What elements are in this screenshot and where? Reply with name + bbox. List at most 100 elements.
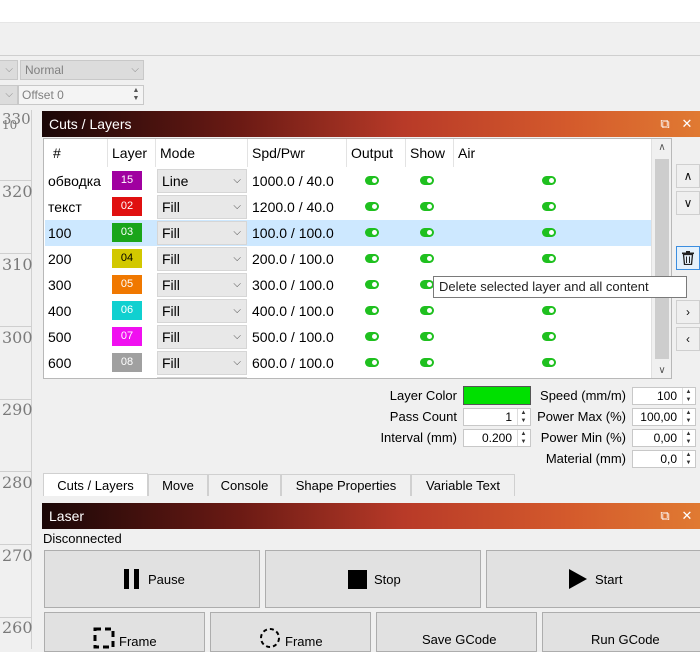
restore-icon[interactable]: ⧉ (656, 111, 674, 137)
column-header[interactable]: Show (406, 139, 454, 167)
power-max-label: Power Max (%) (537, 409, 626, 424)
column-header[interactable]: Spd/Pwr (248, 139, 347, 167)
stop-icon (348, 569, 367, 589)
air-toggle-icon[interactable] (542, 358, 556, 367)
speed-power: 500.0 / 100.0 (252, 329, 334, 345)
frame-button[interactable]: Frame (44, 612, 205, 652)
air-toggle-icon[interactable] (542, 254, 556, 263)
mode-select[interactable]: Line ⌵ (157, 169, 247, 193)
pass-count-input[interactable]: 1 ▲ ▼ (463, 408, 531, 426)
table-row[interactable]: 600 08 Fill ⌵ 600.0 / 100.0 (45, 350, 651, 376)
show-toggle-icon[interactable] (420, 254, 434, 263)
show-toggle-icon[interactable] (420, 332, 434, 341)
spin-arrows-icon[interactable]: ▲ ▼ (682, 409, 694, 425)
left-combo[interactable]: ⌵ (0, 60, 18, 80)
power-max-input[interactable]: 100,00 ▲ ▼ (632, 408, 696, 426)
offset-spinbox[interactable]: Offset 0 ▲ ▼ (18, 85, 144, 105)
table-row[interactable]: 500 07 Fill ⌵ 500.0 / 100.0 (45, 324, 651, 350)
show-toggle-icon[interactable] (420, 202, 434, 211)
stop-label: Stop (374, 571, 401, 587)
speed-input[interactable]: 100 ▲ ▼ (632, 387, 696, 405)
previous-button[interactable]: ‹ (676, 327, 700, 351)
restore-icon[interactable]: ⧉ (656, 503, 674, 529)
mode-select[interactable]: Fill ⌵ (157, 299, 247, 323)
air-toggle-icon[interactable] (542, 202, 556, 211)
spin-arrows-icon[interactable]: ▲ ▼ (517, 409, 529, 425)
show-toggle-icon[interactable] (420, 228, 434, 237)
output-toggle-icon[interactable] (365, 280, 379, 289)
spin-arrows-icon[interactable]: ▲ ▼ (517, 430, 529, 446)
run-gcode-button[interactable]: Run GCode (542, 612, 700, 652)
start-button[interactable]: Start (486, 550, 700, 608)
tab-bar: Cuts / Layers Move Console Shape Propert… (43, 473, 523, 496)
air-toggle-icon[interactable] (542, 228, 556, 237)
table-row[interactable]: 200 04 Fill ⌵ 200.0 / 100.0 (45, 246, 651, 272)
mode-select[interactable]: Fill ⌵ (157, 247, 247, 271)
show-toggle-icon[interactable] (420, 358, 434, 367)
power-min-input[interactable]: 0,00 ▲ ▼ (632, 429, 696, 447)
show-toggle-icon[interactable] (420, 306, 434, 315)
show-toggle-icon[interactable] (420, 176, 434, 185)
left-combo-2[interactable]: ⌵ (0, 85, 18, 105)
spin-arrows-icon[interactable]: ▲ ▼ (131, 87, 141, 103)
blend-mode-select[interactable]: Normal ⌵ (20, 60, 144, 80)
offset-value: 0 (57, 88, 64, 102)
delete-layer-button[interactable] (676, 246, 700, 270)
pause-button[interactable]: Pause (44, 550, 260, 608)
column-header[interactable]: # (44, 139, 108, 167)
table-row[interactable]: 100 03 Fill ⌵ 100.0 / 100.0 (45, 220, 651, 246)
output-toggle-icon[interactable] (365, 228, 379, 237)
mode-select[interactable]: Fill ⌵ (157, 273, 247, 297)
output-toggle-icon[interactable] (365, 358, 379, 367)
frame-circle-button[interactable]: Frame (210, 612, 371, 652)
layer-color-swatch[interactable] (463, 386, 531, 405)
layers-table[interactable]: # Layer Mode Spd/Pwr Output Show Air обв… (43, 138, 672, 379)
show-toggle-icon[interactable] (420, 280, 434, 289)
cuts-layers-titlebar[interactable]: Cuts / Layers ⧉ ✕ (42, 111, 700, 137)
tab-move[interactable]: Move (148, 474, 208, 496)
interval-input[interactable]: 0.200 ▲ ▼ (463, 429, 531, 447)
output-toggle-icon[interactable] (365, 254, 379, 263)
table-row[interactable]: 400 06 Fill ⌵ 400.0 / 100.0 (45, 298, 651, 324)
frame-circle-label: Frame (285, 634, 323, 649)
mode-select[interactable]: Fill ⌵ (157, 195, 247, 219)
mode-select[interactable]: Fill ⌵ (157, 325, 247, 349)
spin-arrows-icon[interactable]: ▲ ▼ (682, 430, 694, 446)
scroll-up-icon[interactable]: ∧ (652, 142, 671, 153)
spin-arrows-icon[interactable]: ▲ ▼ (682, 451, 694, 467)
tab-shape-properties[interactable]: Shape Properties (281, 474, 411, 496)
spin-arrows-icon[interactable]: ▲ ▼ (682, 388, 694, 404)
chevron-down-icon: ⌵ (233, 279, 241, 290)
mode-select[interactable]: Fill ⌵ (157, 221, 247, 245)
close-icon[interactable]: ✕ (678, 111, 696, 137)
output-toggle-icon[interactable] (365, 176, 379, 185)
tab-variable-text[interactable]: Variable Text (411, 474, 515, 496)
air-toggle-icon[interactable] (542, 332, 556, 341)
save-gcode-button[interactable]: Save GCode (376, 612, 537, 652)
table-row[interactable]: текст 02 Fill ⌵ 1200.0 / 40.0 (45, 194, 651, 220)
output-toggle-icon[interactable] (365, 202, 379, 211)
mode-select[interactable]: Fill ⌵ (157, 351, 247, 375)
air-toggle-icon[interactable] (542, 306, 556, 315)
mode-value: Fill (162, 199, 180, 215)
scrollbar-thumb[interactable] (655, 159, 669, 359)
scroll-down-icon[interactable]: ∨ (652, 365, 671, 376)
output-toggle-icon[interactable] (365, 306, 379, 315)
table-row[interactable]: обводка 15 Line ⌵ 1000.0 / 40.0 (45, 168, 651, 194)
output-toggle-icon[interactable] (365, 332, 379, 341)
column-header[interactable]: Output (347, 139, 406, 167)
close-icon[interactable]: ✕ (678, 503, 696, 529)
tab-cuts-layers[interactable]: Cuts / Layers (43, 473, 148, 496)
material-input[interactable]: 0,0 ▲ ▼ (632, 450, 696, 468)
air-toggle-icon[interactable] (542, 176, 556, 185)
column-header[interactable]: Layer (108, 139, 156, 167)
column-header[interactable]: Mode (156, 139, 248, 167)
laser-titlebar[interactable]: Laser ⧉ ✕ (42, 503, 700, 529)
stop-button[interactable]: Stop (265, 550, 481, 608)
next-button[interactable]: › (676, 300, 700, 324)
table-scrollbar[interactable]: ∧ ∨ (651, 139, 671, 378)
move-layer-down-button[interactable]: ∨ (676, 191, 700, 215)
column-header[interactable]: Air (454, 139, 651, 167)
move-layer-up-button[interactable]: ∧ (676, 164, 700, 188)
tab-console[interactable]: Console (208, 474, 281, 496)
